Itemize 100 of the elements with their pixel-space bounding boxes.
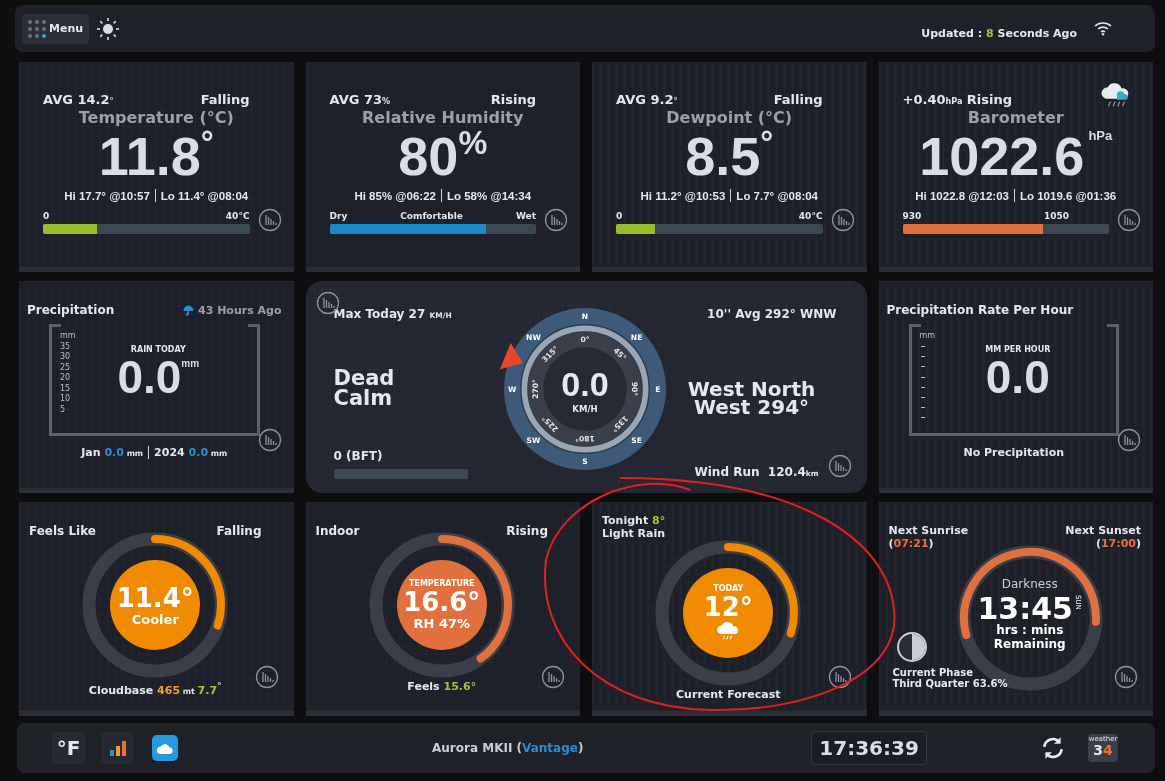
- low-reading: Lo 58% @14:34: [446, 189, 532, 202]
- gauge-label: Rising: [506, 524, 548, 538]
- value-reading: 11.8°: [98, 127, 214, 185]
- gauge-caption: RAIN TODAY: [130, 345, 186, 354]
- scale-label: 0: [43, 211, 50, 221]
- chart-icon[interactable]: [1117, 428, 1141, 452]
- gauge-note: Remaining: [993, 636, 1066, 651]
- card-title: Dewpoint (°C): [665, 108, 794, 127]
- average-reading: AVG 14.2°: [43, 91, 114, 107]
- degree-label: 180°: [574, 433, 595, 443]
- average-reading: AVG 9.2°: [616, 91, 678, 107]
- gauge-detail: Cooler: [131, 611, 179, 627]
- card-title: Precipitation: [27, 303, 115, 317]
- compass-point: W: [507, 384, 516, 394]
- beaufort-reading: 0 (BFT): [333, 449, 383, 463]
- compass-point: N: [581, 311, 588, 321]
- axis-label: 25: [60, 362, 72, 373]
- chart-icon[interactable]: [827, 665, 852, 689]
- station-name: Aurora MKII (Vantage): [432, 741, 584, 755]
- scale-label: 1050: [1043, 211, 1069, 221]
- gauge-label: Tonight 8°: [602, 514, 666, 527]
- scale-label: 0: [616, 211, 623, 221]
- gauge-footer: Feels 15.6°: [315, 680, 568, 705]
- wind-direction: West North West 294°: [686, 380, 817, 416]
- compass-point: NE: [630, 332, 642, 342]
- units-button[interactable]: °F: [52, 732, 85, 764]
- menu-button[interactable]: Menu: [22, 13, 90, 44]
- axis-label: 10: [60, 394, 72, 405]
- updated-status: Updated : 8 Seconds Ago: [921, 27, 1077, 40]
- chart-icon[interactable]: [827, 454, 852, 478]
- forecast-button[interactable]: [152, 735, 178, 761]
- cloud-icon: [156, 741, 174, 755]
- gauge-label: (17:00): [1095, 537, 1141, 550]
- degree-label: 0°: [580, 335, 589, 345]
- gauge-caption: TODAY: [713, 584, 744, 593]
- trend-label: Rising: [490, 91, 536, 107]
- chart-icon[interactable]: [544, 208, 568, 232]
- chart-icon[interactable]: [541, 665, 565, 689]
- value-reading: 80%: [397, 127, 488, 185]
- bar-chart-icon: [107, 738, 128, 758]
- low-reading: Lo 1019.6 @01:36: [1019, 189, 1117, 202]
- scale-label: Dry: [329, 211, 348, 221]
- gauge-caption: Darkness: [1001, 576, 1058, 591]
- sun-icon[interactable]: [95, 15, 122, 42]
- average-wind: 10'' Avg 292° WNW: [707, 307, 837, 321]
- scale-label: 40°C: [225, 211, 250, 221]
- axis-label: 15: [60, 383, 72, 394]
- speed-unit: KM/H: [571, 403, 598, 414]
- gauge-value: 16.6°: [403, 588, 481, 616]
- gauge-value: 13:45: [977, 594, 1073, 623]
- chart-icon[interactable]: [257, 208, 282, 232]
- degree-label: 90°: [629, 381, 639, 397]
- scale-label: Comfortable: [400, 211, 463, 221]
- charts-button[interactable]: [101, 732, 134, 764]
- axis-label: 20: [60, 373, 72, 384]
- rain-status: No Precipitation: [963, 446, 1065, 459]
- phase-label: Current Phase: [892, 667, 974, 678]
- gauge-value: 11.4°: [116, 583, 194, 612]
- gauge-label: Next Sunrise: [888, 524, 969, 537]
- chart-icon[interactable]: [257, 428, 282, 452]
- gauge-label: Falling: [216, 524, 262, 538]
- card-title: Barometer: [966, 108, 1065, 127]
- gauge-caption: TEMPERATURE: [409, 579, 475, 588]
- gauge-label: Light Rain: [602, 527, 666, 540]
- compass-point: NW: [525, 332, 541, 342]
- chart-icon[interactable]: [254, 665, 279, 689]
- scale-label: Wet: [515, 211, 536, 221]
- chart-icon[interactable]: [1114, 665, 1138, 689]
- compass-point: E: [654, 384, 661, 394]
- gauge-label: Feels Like: [29, 524, 96, 538]
- pressure-trend: +0.40hPa Rising: [902, 91, 1013, 107]
- card-title: Precipitation Rate Per Hour: [886, 303, 1074, 317]
- compass-point: SW: [526, 436, 540, 446]
- umbrella-icon: [183, 304, 194, 316]
- axis-label: 30: [60, 352, 72, 363]
- chart-icon[interactable]: [830, 208, 855, 232]
- gauge-label: (07:21): [888, 537, 935, 550]
- gauge-caption: MM PER HOUR: [985, 345, 1051, 354]
- gauge-detail: RH 47%: [413, 616, 470, 631]
- high-reading: Hi 85% @06:22: [354, 189, 436, 202]
- rain-reading: 0.0$^{mm}$: [117, 354, 200, 400]
- gauge-detail: hrs : mins: [996, 622, 1064, 637]
- chart-icon[interactable]: [1117, 208, 1141, 232]
- high-reading: Hi 1022.8 @12:03: [915, 189, 1009, 202]
- compass-point: SE: [630, 436, 642, 446]
- value-reading: 8.5°: [685, 127, 774, 185]
- axis-label: 5: [60, 404, 67, 415]
- clock-display: 17:36:39: [811, 731, 927, 765]
- trend-label: Falling: [200, 91, 250, 107]
- gauge-value: 12°: [703, 593, 753, 621]
- average-reading: AVG 73%: [329, 91, 391, 107]
- wind-description: Dead Calm: [333, 368, 396, 408]
- moon-phase-icon: [895, 631, 928, 663]
- compass-point: S: [581, 457, 588, 467]
- low-reading: Lo 7.7° @08:04: [736, 189, 818, 202]
- card-title: Relative Humidity: [361, 108, 525, 127]
- wifi-icon: [1093, 19, 1113, 36]
- refresh-icon[interactable]: [1040, 735, 1066, 761]
- card-title: Temperature (°C): [77, 108, 235, 127]
- degree-label: 270°: [530, 379, 540, 399]
